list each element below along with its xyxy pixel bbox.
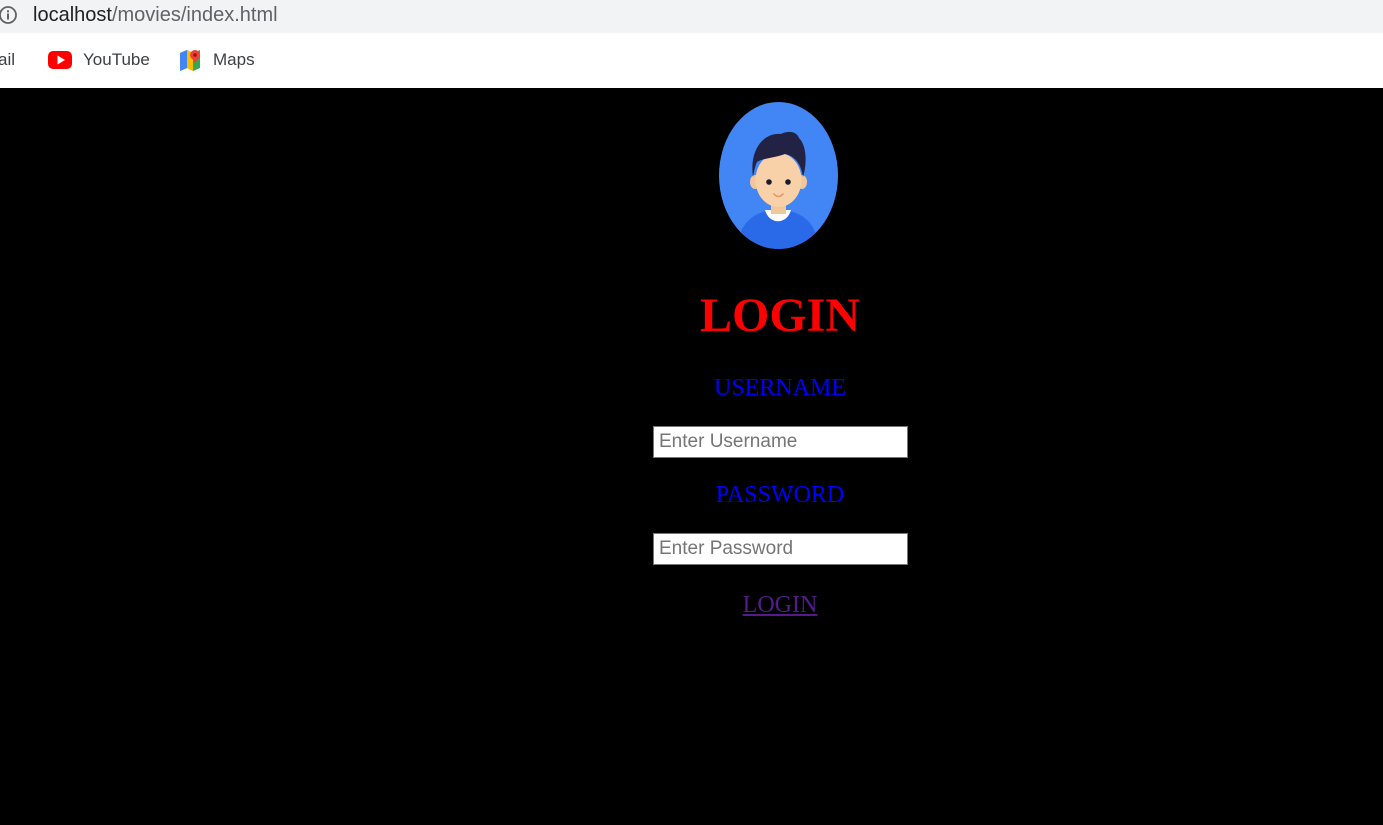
url-text[interactable]: localhost/movies/index.html bbox=[33, 2, 278, 28]
url-path: /movies/index.html bbox=[111, 4, 278, 26]
bookmark-label: ail bbox=[0, 50, 16, 69]
address-bar[interactable]: localhost/movies/index.html bbox=[0, 0, 1383, 33]
page-title: LOGIN bbox=[699, 289, 861, 342]
info-icon[interactable] bbox=[0, 5, 18, 25]
url-host: localhost bbox=[33, 4, 112, 26]
username-label: USERNAME bbox=[713, 375, 846, 401]
bookmark-gmail[interactable]: ail bbox=[0, 46, 15, 74]
bookmark-label: Maps bbox=[213, 50, 255, 69]
password-label: PASSWORD bbox=[715, 482, 845, 508]
username-input[interactable] bbox=[653, 426, 908, 458]
user-avatar-icon bbox=[719, 102, 838, 249]
avatar bbox=[719, 102, 838, 249]
login-page: LOGIN USERNAME PASSWORD LOGIN bbox=[0, 88, 1383, 825]
maps-icon bbox=[177, 47, 203, 73]
bookmarks-bar: ail YouTube Maps bbox=[0, 33, 1383, 88]
login-link[interactable]: LOGIN bbox=[743, 592, 818, 618]
bookmark-youtube[interactable]: YouTube bbox=[47, 46, 150, 74]
youtube-icon bbox=[47, 47, 73, 73]
login-link-container: LOGIN bbox=[0, 590, 1383, 620]
password-input[interactable] bbox=[653, 533, 908, 565]
bookmark-label: YouTube bbox=[83, 50, 150, 69]
bookmark-maps[interactable]: Maps bbox=[177, 46, 255, 74]
